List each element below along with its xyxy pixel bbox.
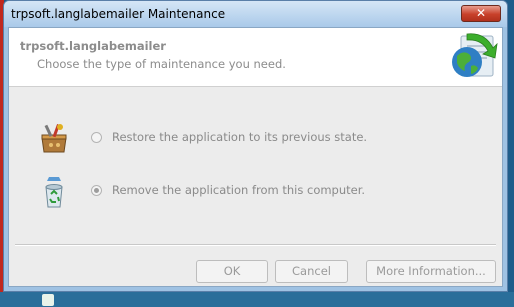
- window-title: trpsoft.langlabemailer Maintenance: [11, 7, 226, 21]
- recycle-bin-icon: [45, 177, 63, 208]
- close-button[interactable]: ✕: [461, 5, 501, 22]
- cancel-button[interactable]: Cancel: [275, 260, 348, 283]
- toolbox-icon: [41, 124, 67, 153]
- footer-divider: [15, 244, 496, 246]
- setup-globe-icon: [452, 33, 498, 77]
- desktop-icon[interactable]: [42, 294, 54, 306]
- restore-option-label: Restore the application to its previous …: [112, 130, 368, 144]
- desktop-background: [0, 292, 514, 307]
- title-bar[interactable]: trpsoft.langlabemailer Maintenance ✕: [4, 1, 507, 27]
- remove-option-label: Remove the application from this compute…: [112, 183, 366, 197]
- header-title: trpsoft.langlabemailer: [20, 39, 166, 53]
- maintenance-dialog: trpsoft.langlabemailer Maintenance ✕ trp…: [3, 0, 508, 292]
- dialog-header: trpsoft.langlabemailer Choose the type o…: [9, 28, 502, 87]
- ok-button[interactable]: OK: [196, 260, 268, 283]
- header-subtitle: Choose the type of maintenance you need.: [37, 57, 286, 71]
- restore-option[interactable]: Restore the application to its previous …: [39, 122, 479, 156]
- remove-radio[interactable]: [91, 185, 102, 196]
- remove-option[interactable]: Remove the application from this compute…: [39, 175, 479, 209]
- restore-radio[interactable]: [91, 132, 102, 143]
- dialog-client-area: trpsoft.langlabemailer Choose the type o…: [8, 27, 503, 287]
- more-information-button[interactable]: More Information...: [366, 260, 496, 283]
